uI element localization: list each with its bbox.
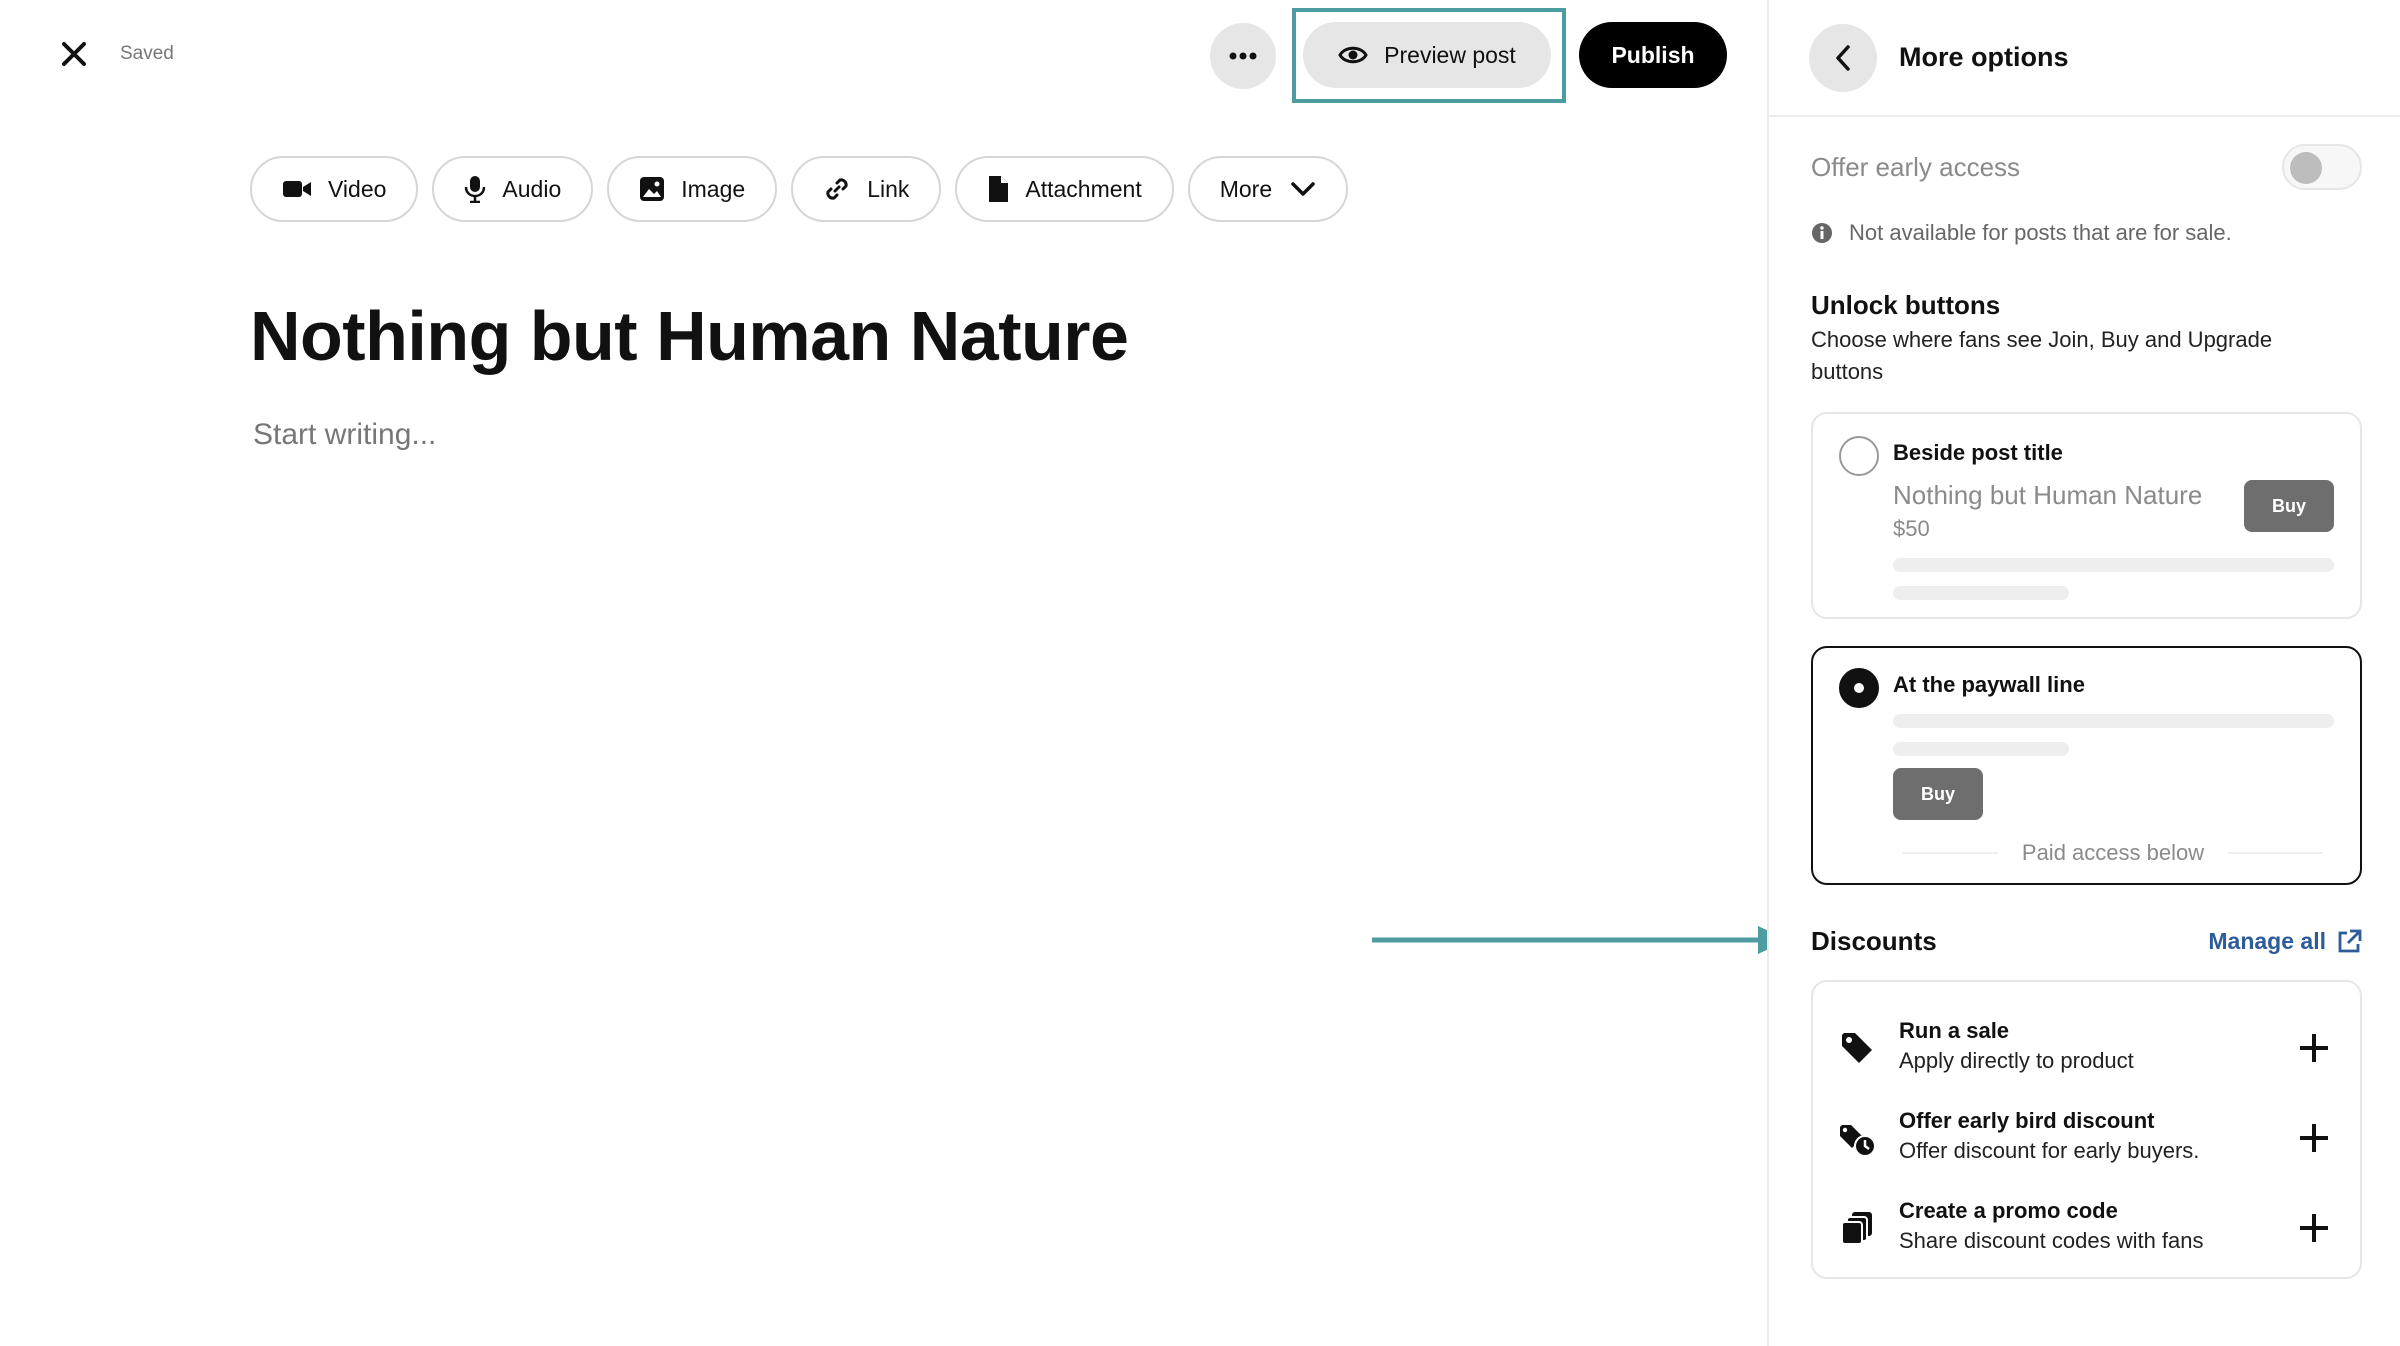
manage-all-link[interactable]: Manage all	[2208, 928, 2362, 955]
info-icon	[1812, 223, 1832, 243]
attachment-label: Attachment	[1025, 175, 1142, 202]
paywall-buy-button: Buy	[1893, 768, 1983, 820]
plus-icon	[2300, 1124, 2328, 1152]
discounts-list: Run a sale Apply directly to product Off…	[1811, 980, 2362, 1279]
option-beside-post-title[interactable]: Beside post title Nothing but Human Natu…	[1811, 412, 2362, 619]
discount-item-title: Offer early bird discount	[1899, 1108, 2155, 1133]
editor-topbar-left: Saved	[54, 34, 174, 74]
external-link-icon	[2338, 929, 2362, 952]
discounts-heading: Discounts	[1811, 926, 1937, 956]
ellipsis-icon	[1229, 52, 1257, 60]
toggle-knob	[2290, 152, 2322, 184]
discount-item-subtitle: Offer discount for early buyers.	[1899, 1138, 2200, 1163]
early-access-label: Offer early access	[1811, 151, 2021, 182]
image-button[interactable]: Image	[607, 156, 778, 222]
unlock-buttons-description: Choose where fans see Join, Buy and Upgr…	[1811, 327, 2273, 384]
manage-all-label: Manage all	[2208, 928, 2326, 954]
post-title-input[interactable]: Nothing but Human Nature	[250, 296, 1129, 376]
image-icon	[640, 177, 665, 201]
link-icon	[826, 178, 848, 200]
panel-header: More options	[1769, 0, 2400, 117]
document-icon	[989, 176, 1009, 202]
audio-button[interactable]: Audio	[432, 156, 594, 222]
chevron-down-icon	[1291, 182, 1315, 196]
microphone-icon	[465, 176, 486, 203]
discount-item-early-bird[interactable]: Offer early bird discount Offer discount…	[1813, 1100, 2360, 1180]
publish-button[interactable]: Publish	[1579, 22, 1727, 88]
preview-placeholder-line	[1893, 742, 2069, 756]
more-options-panel: More options Offer early access Not avai…	[1767, 0, 2400, 1346]
discount-item-subtitle: Apply directly to product	[1899, 1048, 2134, 1073]
close-icon	[62, 42, 86, 66]
plus-icon	[2300, 1034, 2328, 1062]
annotation-arrow-icon	[1372, 926, 1788, 954]
preview-post-label: Preview post	[1384, 41, 1516, 68]
paid-access-label: Paid access below	[2021, 840, 2205, 865]
eye-icon	[1338, 46, 1368, 64]
unlock-buttons-heading: Unlock buttons	[1811, 290, 2001, 320]
video-label: Video	[328, 175, 387, 202]
discounts-header: Discounts Manage all	[1811, 926, 2362, 957]
image-label: Image	[681, 175, 746, 202]
early-access-note: Not available for posts that are for sal…	[1811, 220, 2232, 246]
panel-title: More options	[1899, 42, 2069, 72]
preview-placeholder-line	[1893, 558, 2334, 572]
video-button[interactable]: Video	[250, 156, 419, 222]
saved-status: Saved	[120, 43, 174, 64]
discount-item-promo-code[interactable]: Create a promo code Share discount codes…	[1813, 1190, 2360, 1270]
preview-post-title: Nothing but Human Nature	[1893, 480, 2203, 510]
more-media-dropdown[interactable]: More	[1187, 156, 1349, 222]
post-body-input[interactable]: Start writing...	[253, 418, 436, 452]
beside-title-radio[interactable]	[1839, 436, 1879, 476]
link-label: Link	[867, 175, 910, 202]
preview-post-button[interactable]: Preview post	[1303, 22, 1551, 88]
plus-icon	[2300, 1214, 2328, 1242]
back-button[interactable]	[1809, 23, 1877, 92]
preview-placeholder-line	[1893, 714, 2334, 728]
discount-item-run-sale[interactable]: Run a sale Apply directly to product	[1813, 1010, 2360, 1090]
early-access-row: Offer early access	[1811, 144, 2362, 190]
audio-label: Audio	[502, 175, 562, 202]
post-editor: Saved Preview post Publish Video Audio I…	[0, 0, 1788, 1346]
beside-title-label: Beside post title	[1893, 440, 2063, 465]
promo-code-icon	[1837, 1208, 1877, 1248]
early-bird-icon	[1837, 1118, 1877, 1158]
video-camera-icon	[283, 181, 311, 197]
chevron-left-icon	[1836, 44, 1850, 71]
preview-placeholder-line	[1893, 586, 2069, 600]
preview-price: $50	[1893, 516, 1930, 541]
more-label: More	[1219, 175, 1273, 202]
add-run-sale-button[interactable]	[2294, 1028, 2334, 1068]
add-promo-code-button[interactable]	[2294, 1208, 2334, 1248]
preview-buy-button: Buy	[2244, 480, 2334, 532]
early-access-note-text: Not available for posts that are for sal…	[1849, 220, 2232, 245]
close-button[interactable]	[54, 34, 94, 74]
attachment-button[interactable]: Attachment	[955, 156, 1174, 222]
discount-item-title: Create a promo code	[1899, 1198, 2118, 1223]
paywall-line-label: At the paywall line	[1893, 672, 2085, 697]
media-toolbar: Video Audio Image Link Attachment More	[250, 156, 1362, 222]
discount-item-title: Run a sale	[1899, 1018, 2010, 1043]
early-access-toggle[interactable]	[2282, 144, 2362, 190]
more-actions-button[interactable]	[1210, 23, 1276, 89]
tag-icon	[1837, 1028, 1877, 1068]
link-button[interactable]: Link	[791, 156, 942, 222]
option-paywall-line[interactable]: At the paywall line Buy Paid access belo…	[1811, 646, 2362, 885]
paywall-line-radio[interactable]	[1839, 668, 1879, 708]
paid-access-divider: Paid access below	[1903, 840, 2323, 866]
add-early-bird-button[interactable]	[2294, 1118, 2334, 1158]
discount-item-subtitle: Share discount codes with fans	[1899, 1228, 2204, 1253]
